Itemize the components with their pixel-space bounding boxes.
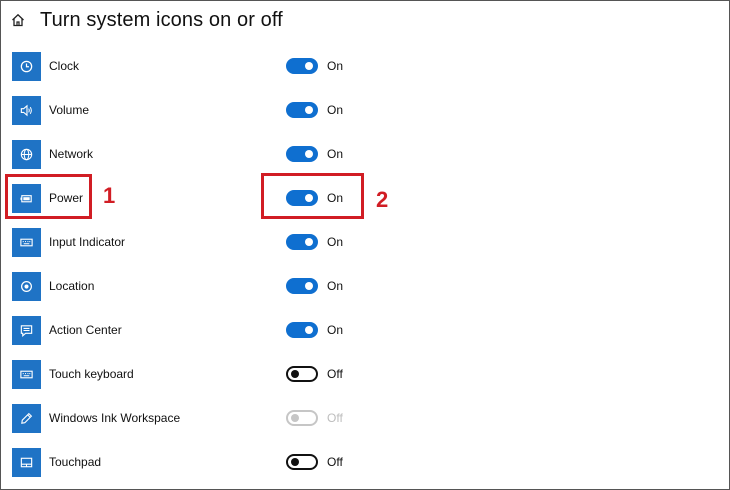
- toggle-state: On: [327, 235, 344, 249]
- clock-toggle[interactable]: [286, 58, 318, 74]
- toggle-knob: [305, 326, 313, 334]
- toggle-state: Off: [327, 367, 343, 381]
- page-title: Turn system icons on or off: [40, 8, 283, 31]
- network-toggle[interactable]: [286, 146, 318, 162]
- volume-toggle[interactable]: [286, 102, 318, 118]
- touchpad-toggle[interactable]: [286, 454, 318, 470]
- toggle-knob: [305, 62, 313, 70]
- callout-number-2: 2: [376, 187, 389, 212]
- location-icon: [12, 272, 41, 301]
- home-icon[interactable]: [10, 12, 26, 28]
- toggle-state: On: [327, 147, 344, 161]
- item-label: Touchpad: [49, 455, 102, 469]
- keyboard-icon: [12, 228, 41, 257]
- item-label: Input Indicator: [49, 235, 126, 249]
- toggle-state: On: [327, 323, 344, 337]
- touchpad-icon: [12, 448, 41, 477]
- item-label: Clock: [49, 59, 80, 73]
- toggle-knob: [291, 414, 299, 422]
- volume-icon: [12, 96, 41, 125]
- toggle-knob: [291, 458, 299, 466]
- toggle-knob: [305, 282, 313, 290]
- input-indicator-toggle[interactable]: [286, 234, 318, 250]
- action-center-toggle[interactable]: [286, 322, 318, 338]
- list-item-action-center: Action Center On: [0, 308, 730, 352]
- location-toggle[interactable]: [286, 278, 318, 294]
- item-label: Action Center: [49, 323, 122, 337]
- list-item-volume: Volume On: [0, 88, 730, 132]
- toggle-knob: [305, 150, 313, 158]
- toggle-state: On: [327, 59, 344, 73]
- list-item-location: Location On: [0, 264, 730, 308]
- windows-ink-workspace-toggle[interactable]: [286, 410, 318, 426]
- touch-keyboard-toggle[interactable]: [286, 366, 318, 382]
- callout-number-1: 1: [103, 183, 116, 208]
- list-item-touchpad: Touchpad Off: [0, 440, 730, 484]
- callout-box-power-item: [5, 174, 92, 219]
- network-icon: [12, 140, 41, 169]
- list-item-touch-keyboard: Touch keyboard Off: [0, 352, 730, 396]
- item-label: Location: [49, 279, 95, 293]
- list-item-windows-ink-workspace: Windows Ink Workspace Off: [0, 396, 730, 440]
- item-label: Touch keyboard: [49, 367, 134, 381]
- item-label: Network: [49, 147, 94, 161]
- toggle-state: Off: [327, 455, 343, 469]
- action-center-icon: [12, 316, 41, 345]
- toggle-knob: [305, 106, 313, 114]
- toggle-state: On: [327, 279, 344, 293]
- item-label: Volume: [49, 103, 90, 117]
- keyboard-icon: [12, 360, 41, 389]
- clock-icon: [12, 52, 41, 81]
- toggle-state: Off: [327, 411, 343, 425]
- toggle-state: On: [327, 103, 344, 117]
- toggle-knob: [291, 370, 299, 378]
- pen-icon: [12, 404, 41, 433]
- list-item-clock: Clock On: [0, 44, 730, 88]
- item-label: Windows Ink Workspace: [49, 411, 181, 425]
- page-header: Turn system icons on or off: [10, 6, 283, 34]
- list-item-input-indicator: Input Indicator On: [0, 220, 730, 264]
- callout-box-power-toggle: [261, 173, 364, 219]
- list-item-network: Network On: [0, 132, 730, 176]
- toggle-knob: [305, 238, 313, 246]
